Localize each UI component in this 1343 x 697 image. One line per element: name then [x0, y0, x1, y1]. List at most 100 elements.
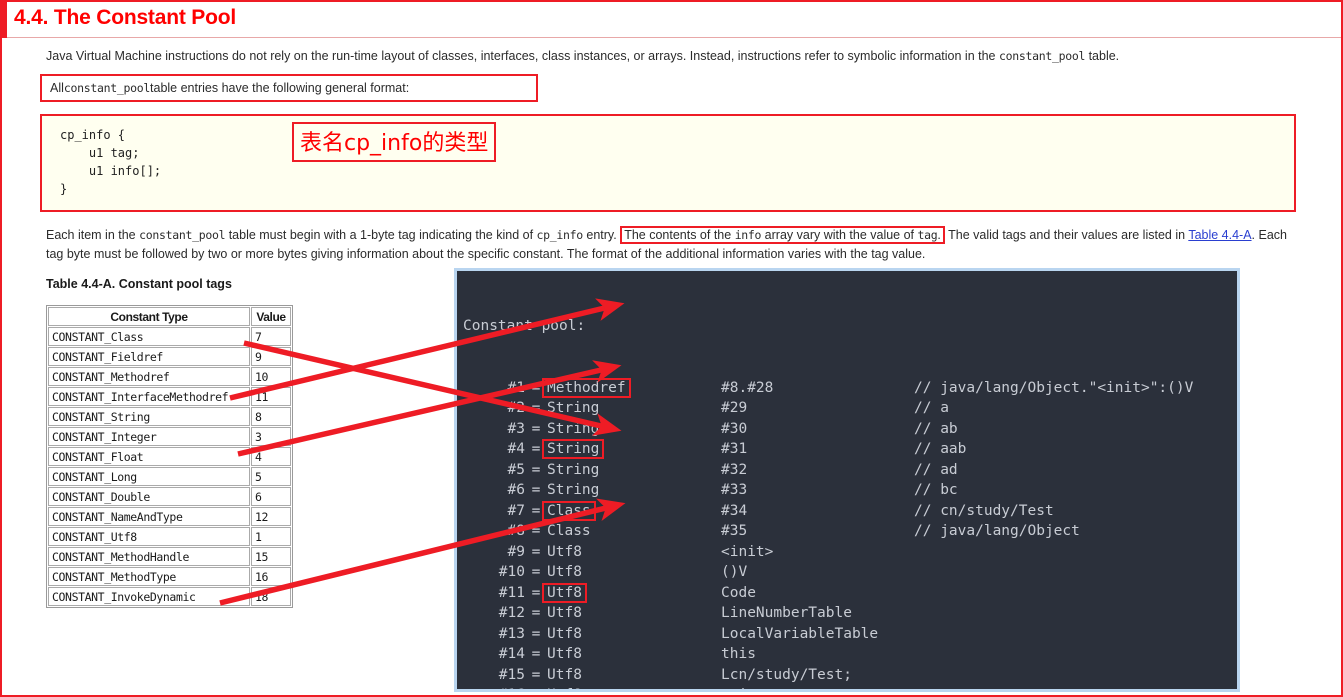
console-entry-kind: Utf8	[547, 646, 582, 662]
note-text-b: table entries have the following general…	[150, 81, 410, 95]
console-entry-index: #12	[498, 605, 525, 621]
constant-value-cell: 4	[251, 447, 291, 466]
javap-console-output[interactable]: Constant pool: #1 = Methodref #8.#28// java…	[454, 268, 1240, 692]
console-entry-index: #15	[498, 666, 525, 683]
boxed-seg3: .	[937, 228, 941, 242]
console-entry-equals: =	[531, 400, 541, 416]
console-entry-equals: =	[531, 605, 541, 621]
heading-accent-bar	[2, 2, 7, 38]
boxed-mono-info: info	[734, 228, 762, 242]
console-entry-ref: #8.#28	[721, 379, 774, 396]
constant-type-cell: CONSTANT_Long	[48, 467, 250, 486]
console-entry-ref: #32	[721, 461, 748, 478]
general-format-note-box: All constant_pool table entries have the…	[40, 74, 538, 102]
table-4-4-a-link[interactable]: Table 4.4-A	[1188, 228, 1251, 242]
console-entry-ref: #35	[721, 523, 748, 539]
tag-description-paragraph: Each item in the constant_pool table mus…	[46, 226, 1296, 264]
constant-value-cell: 18	[251, 587, 291, 606]
table-row: CONSTANT_Class 7	[48, 327, 291, 346]
para2-seg2: table must begin with a 1-byte tag indic…	[225, 228, 537, 242]
console-entry-ref: #30	[721, 420, 748, 437]
console-entry-comment: // ad	[914, 461, 958, 478]
console-entry-kind-wrap: String	[547, 398, 721, 419]
console-entry-row: #6 = String #33 // bc	[463, 480, 1193, 501]
console-entry-row: #15 = Utf8 Lcn/study/Test;	[463, 665, 1193, 686]
console-entry-row: #2 = String #29 // a	[463, 398, 1193, 419]
boxed-mono-tag: tag	[917, 228, 938, 242]
console-entry-comment: // java/lang/Object	[914, 523, 1080, 539]
console-entry-index: #10	[498, 564, 525, 580]
constant-value-cell: 6	[251, 487, 291, 506]
para2-seg3: entry.	[582, 228, 621, 242]
constant-type-cell: CONSTANT_Double	[48, 487, 250, 506]
console-entry-kind-wrap: Utf8	[547, 542, 721, 563]
console-entry-index: #5	[507, 461, 525, 478]
table-row: CONSTANT_Integer 3	[48, 427, 291, 446]
console-entry-index: #14	[498, 646, 525, 662]
console-entry-kind-wrap: String	[547, 460, 721, 481]
table-row: CONSTANT_MethodHandle 15	[48, 547, 291, 566]
console-entry-row: #12 = Utf8 LineNumberTable	[463, 603, 1193, 624]
console-entry-row: #4 = String #31// aab	[463, 439, 1193, 460]
table-row: CONSTANT_String 8	[48, 407, 291, 426]
constant-value-cell: 1	[251, 527, 291, 546]
console-entry-index: #8	[507, 523, 525, 539]
console-entry-equals: =	[531, 461, 541, 478]
console-entry-index: #13	[498, 625, 525, 642]
console-entry-kind: String	[547, 461, 600, 478]
console-entry-index: #2	[507, 400, 525, 416]
note-mono-constant-pool: constant_pool	[63, 81, 151, 95]
constant-type-cell: CONSTANT_Class	[48, 327, 250, 346]
console-entry-equals: =	[531, 482, 541, 498]
table-row: CONSTANT_Long 5	[48, 467, 291, 486]
intro-paragraph: Java Virtual Machine instructions do not…	[46, 48, 1296, 65]
table-row: CONSTANT_InvokeDynamic 18	[48, 587, 291, 606]
constant-value-cell: 9	[251, 347, 291, 366]
console-entry-equals: =	[531, 420, 541, 437]
constant-type-cell: CONSTANT_Methodref	[48, 367, 250, 386]
intro-mono-constant-pool: constant_pool	[998, 49, 1086, 63]
console-entry-row: #14 = Utf8 this	[463, 644, 1193, 665]
intro-text-b: table.	[1085, 49, 1120, 63]
console-entry-kind-wrap: Methodref	[542, 377, 721, 399]
constant-value-cell: 12	[251, 507, 291, 526]
console-entry-kind-wrap: Utf8	[547, 562, 721, 583]
constant-type-cell: CONSTANT_Utf8	[48, 527, 250, 546]
table-row: CONSTANT_MethodType 16	[48, 567, 291, 586]
constant-value-cell: 3	[251, 427, 291, 446]
table-row: CONSTANT_InterfaceMethodref 11	[48, 387, 291, 406]
console-entry-index: #16	[463, 685, 525, 689]
console-entry-ref: ()V	[721, 564, 748, 580]
console-entry-equals: =	[531, 564, 541, 580]
console-entry-ref: this	[721, 646, 756, 662]
console-entry-equals: =	[531, 646, 541, 662]
cp-info-code-text: cp_info { u1 tag; u1 info[]; }	[60, 128, 162, 196]
console-entry-index: #6	[507, 482, 525, 498]
console-entry-row: #16=Utf8 main	[463, 685, 1193, 689]
para2-mono-constant-pool: constant_pool	[139, 228, 226, 242]
console-entry-ref: #29	[721, 400, 748, 416]
console-entry-index: #7	[507, 502, 525, 519]
boxed-seg2: array vary with the value of	[761, 228, 918, 242]
console-entry-index: #4	[507, 441, 525, 457]
console-text: Constant pool: #1 = Methodref #8.#28// java…	[463, 275, 1193, 689]
console-entry-index: #1	[507, 379, 525, 396]
console-entry-ref: #31	[721, 441, 748, 457]
table-row: CONSTANT_Fieldref 9	[48, 347, 291, 366]
constant-type-cell: CONSTANT_NameAndType	[48, 507, 250, 526]
chinese-annotation-box: 表名cp_info的类型	[292, 122, 497, 162]
console-entry-kind-wrap: Utf8	[547, 644, 721, 665]
page-heading: 4.4. The Constant Pool	[2, 2, 1341, 38]
console-entry-kind-wrap: Utf8	[547, 603, 721, 624]
console-entry-kind: String	[547, 400, 600, 416]
column-header-constant-type: Constant Type	[48, 307, 250, 326]
para2-seg4: The valid tags and their values are list…	[944, 228, 1189, 242]
intro-text-a: Java Virtual Machine instructions do not…	[46, 49, 999, 63]
note-text-a: All	[50, 81, 64, 95]
console-entry-ref: #33	[721, 482, 748, 498]
console-entry-row: #8 = Class #35 // java/lang/Object	[463, 521, 1193, 542]
page-title: 4.4. The Constant Pool	[14, 6, 236, 29]
constant-pool-tags-table: Constant Type Value CONSTANT_Class 7 CONST…	[46, 305, 293, 608]
constant-value-cell: 5	[251, 467, 291, 486]
constant-value-cell: 15	[251, 547, 291, 566]
